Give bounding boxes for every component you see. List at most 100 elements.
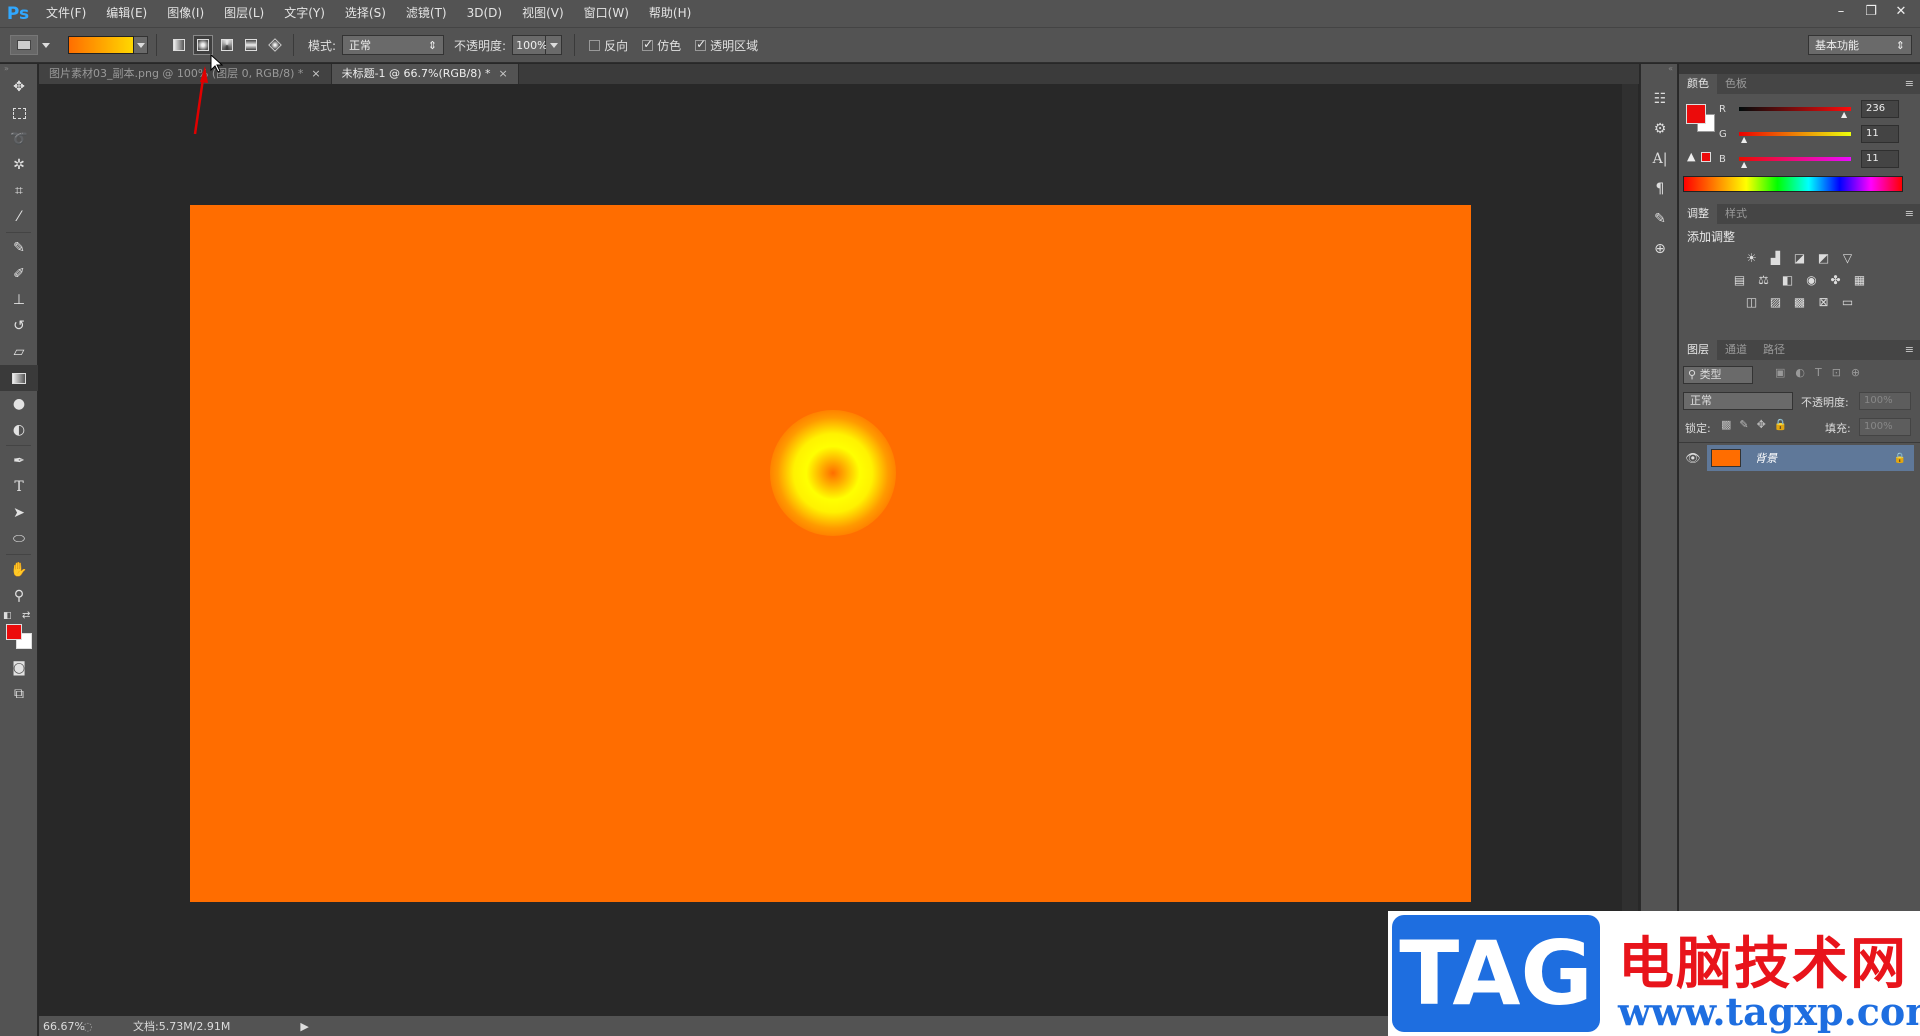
pen-tool[interactable]: ✒ [0,448,38,474]
curves-icon[interactable]: ◪ [1791,249,1809,267]
tab-adjustments[interactable]: 调整 [1679,204,1717,224]
document-canvas[interactable] [190,205,1471,902]
panel-collapse-bar[interactable] [1679,64,1920,74]
menu-window[interactable]: 窗口(W) [574,0,639,27]
foreground-color-swatch[interactable] [6,624,22,640]
channel-mixer-icon[interactable]: ✤ [1827,271,1845,289]
healing-brush-tool[interactable]: ✎ [0,235,38,261]
close-button[interactable]: ✕ [1888,2,1914,22]
diamond-gradient-button[interactable] [265,35,285,55]
minimize-button[interactable]: – [1828,2,1854,22]
slider-thumb-icon[interactable]: ▲ [1741,135,1747,144]
tab-paths[interactable]: 路径 [1755,340,1793,360]
dither-checkbox[interactable]: 仿色 [642,37,681,54]
layer-row[interactable]: 👁 背景 🔒 [1679,445,1920,471]
menu-help[interactable]: 帮助(H) [639,0,701,27]
slider-track[interactable]: ▲ [1739,107,1851,119]
layer-item-background[interactable]: 背景 🔒 [1707,445,1914,471]
clone-stamp-tool[interactable]: ⊥ [0,287,38,313]
blend-mode-select[interactable]: 正常 [1683,392,1793,410]
layer-filter-select[interactable]: ⚲ 类型 [1683,366,1753,384]
vertical-scrollbar[interactable] [1622,84,1638,1026]
panel-menu-icon[interactable]: ≡ [1905,207,1914,220]
properties-panel-button[interactable]: ⚙ [1641,114,1679,144]
tab-swatches[interactable]: 色板 [1717,74,1755,94]
eye-icon[interactable]: 👁 [1679,451,1707,465]
photo-filter-icon[interactable]: ◉ [1803,271,1821,289]
exposure-icon[interactable]: ◩ [1815,249,1833,267]
tab-styles[interactable]: 样式 [1717,204,1755,224]
gradient-preview[interactable] [68,36,134,54]
transparency-checkbox[interactable]: 透明区域 [695,37,758,54]
menu-filter[interactable]: 滤镜(T) [396,0,457,27]
restore-button[interactable]: ❐ [1858,2,1884,22]
menu-view[interactable]: 视图(V) [512,0,574,27]
posterize-icon[interactable]: ▨ [1767,293,1785,311]
color-balance-icon[interactable]: ⚖ [1755,271,1773,289]
selective-color-icon[interactable]: ⊠ [1815,293,1833,311]
close-icon[interactable]: × [311,67,320,80]
default-colors-icon[interactable]: ◧ [3,611,12,621]
fill-input[interactable]: 100% [1859,418,1911,436]
menu-layer[interactable]: 图层(L) [214,0,274,27]
marquee-tool[interactable] [0,100,38,126]
gradient-map-icon[interactable]: ▭ [1839,293,1857,311]
linear-gradient-button[interactable] [169,35,189,55]
slider-track[interactable]: ▲ [1739,157,1851,169]
document-tab-active[interactable]: 未标题-1 @ 66.7%(RGB/8) * × [331,64,519,84]
workspace-select[interactable]: 基本功能 ⇕ [1808,35,1912,55]
magic-wand-tool[interactable]: ✲ [0,152,38,178]
lock-icons[interactable]: ▩✎✥🔒 [1721,418,1796,431]
swap-colors-icon[interactable]: ⇄ [22,610,30,621]
menu-type[interactable]: 文字(Y) [274,0,335,27]
reflected-gradient-button[interactable] [241,35,261,55]
type-tool[interactable]: T [0,474,38,500]
screen-mode-button[interactable]: ⧉ [0,681,38,707]
move-tool[interactable]: ✥ [0,74,38,100]
paragraph-panel-button[interactable]: ¶ [1641,174,1679,204]
layer-name[interactable]: 背景 [1755,450,1777,466]
eyedropper-tool[interactable]: ⁄ [0,204,38,230]
close-icon[interactable]: × [498,67,507,80]
slider-value[interactable]: 11 [1861,125,1899,143]
brush-tool[interactable]: ✐ [0,261,38,287]
history-panel-button[interactable]: ☷ [1641,84,1679,114]
tab-channels[interactable]: 通道 [1717,340,1755,360]
play-icon[interactable]: ▶ [300,1020,308,1033]
tab-color[interactable]: 颜色 [1679,74,1717,94]
lasso-tool[interactable]: ➰ [0,126,38,152]
layer-filter-icons[interactable]: ▣◐T⊡⊕ [1775,366,1870,379]
collapse-icon[interactable]: » [0,64,37,74]
brightness-icon[interactable]: ☀ [1743,249,1761,267]
menu-image[interactable]: 图像(I) [157,0,214,27]
quick-mask-button[interactable]: ◙ [0,655,38,681]
gamut-swatch[interactable] [1701,152,1711,162]
slider-value[interactable]: 11 [1861,150,1899,168]
radial-gradient-button[interactable] [193,35,213,55]
character-panel-button[interactable]: A| [1641,144,1679,174]
history-brush-tool[interactable]: ↺ [0,313,38,339]
vibrance-icon[interactable]: ▽ [1839,249,1857,267]
layer-opacity-input[interactable]: 100% [1859,392,1911,410]
menu-3d[interactable]: 3D(D) [457,0,512,27]
collapse-icon[interactable]: « [1641,64,1677,84]
chevron-down-icon[interactable] [42,42,50,48]
ellipse-tool[interactable]: ⬭ [0,526,38,552]
tool-preset-picker[interactable] [10,35,38,55]
eraser-tool[interactable]: ▱ [0,339,38,365]
dodge-tool[interactable]: ◐ [0,417,38,443]
menu-select[interactable]: 选择(S) [335,0,396,27]
zoom-level[interactable]: 66.67% [39,1020,85,1033]
menu-edit[interactable]: 编辑(E) [96,0,157,27]
menu-file[interactable]: 文件(F) [36,0,96,27]
slider-r[interactable]: R ▲ 236 [1719,98,1914,120]
slider-g[interactable]: G ▲ 11 [1719,123,1914,145]
tab-layers[interactable]: 图层 [1679,340,1717,360]
crop-tool[interactable]: ⌗ [0,178,38,204]
reverse-checkbox[interactable]: 反向 [589,37,628,54]
panel-menu-icon[interactable]: ≡ [1905,77,1914,90]
slider-thumb-icon[interactable]: ▲ [1841,110,1847,119]
slider-b[interactable]: B ▲ 11 [1719,148,1914,170]
panel-menu-icon[interactable]: ≡ [1905,343,1914,356]
path-selection-tool[interactable]: ➤ [0,500,38,526]
